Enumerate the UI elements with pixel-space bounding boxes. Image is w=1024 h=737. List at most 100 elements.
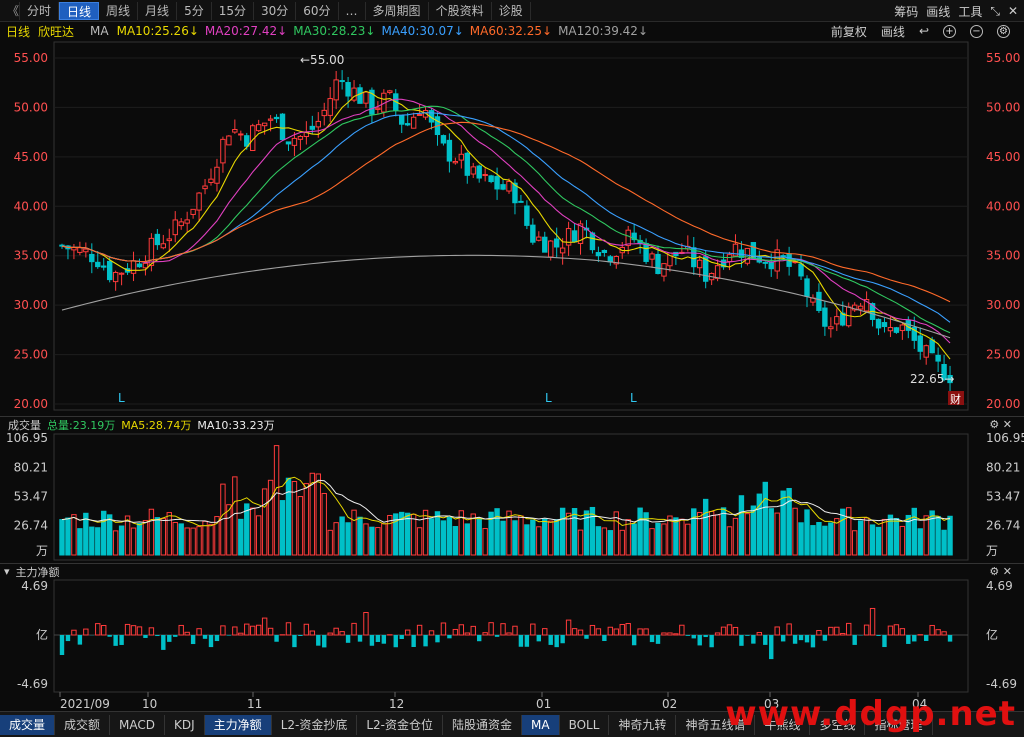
- flow-bar: [303, 623, 310, 636]
- candle-body: [804, 278, 810, 297]
- volume-bar: [744, 513, 751, 556]
- indicator-tab-0[interactable]: 成交量: [0, 714, 56, 735]
- volume-bar: [530, 519, 536, 556]
- candle-body: [357, 87, 363, 104]
- indicator-tab-1[interactable]: 成交额: [55, 714, 111, 735]
- flow-bar: [739, 635, 744, 646]
- flow-bar: [327, 632, 333, 636]
- indicator-tab-4[interactable]: 主力净额: [204, 714, 272, 735]
- volume-bar: [255, 515, 262, 556]
- volume-bar: [208, 523, 214, 556]
- flow-bar: [375, 635, 381, 642]
- price-tick-right: 20.00: [986, 397, 1020, 411]
- flow-bar: [822, 635, 828, 641]
- low-price-label: 22.65→: [910, 372, 954, 386]
- volume-bar: [59, 519, 65, 556]
- candle-body: [857, 305, 864, 310]
- volume-bar: [816, 522, 822, 556]
- indicator-tab-9[interactable]: BOLL: [560, 714, 610, 735]
- candle-body: [196, 192, 202, 211]
- volume-bar: [619, 529, 625, 556]
- price-tick-left: 35.00: [14, 249, 48, 263]
- candle-body: [762, 261, 768, 264]
- candle-body: [917, 335, 923, 352]
- flow-bar: [423, 635, 428, 647]
- volume-tick-left: 106.95: [6, 431, 48, 445]
- indicator-tab-8[interactable]: MA: [522, 714, 560, 735]
- candle-body: [798, 263, 804, 277]
- flow-tick-left: -4.69: [17, 677, 48, 691]
- flow-bar: [697, 635, 702, 646]
- volume-bar: [238, 518, 244, 556]
- candle-body: [524, 205, 530, 226]
- flow-bar: [560, 635, 565, 644]
- volume-bar: [720, 507, 727, 556]
- volume-bar: [315, 473, 321, 556]
- candle-body: [142, 262, 149, 269]
- candle-body: [828, 326, 834, 330]
- volume-bar: [548, 520, 554, 556]
- indicator-tab-6[interactable]: L2-资金仓位: [357, 714, 443, 735]
- candle-body: [410, 116, 417, 129]
- flow-bar: [345, 635, 351, 643]
- volume-bar: [881, 518, 888, 556]
- candle-body: [345, 82, 351, 97]
- indicator-tab-3[interactable]: KDJ: [165, 714, 205, 735]
- flow-bar: [828, 626, 834, 636]
- indicator-tab-5[interactable]: L2-资金抄底: [272, 714, 358, 735]
- flow-bar: [667, 632, 673, 636]
- candle-body: [106, 260, 113, 281]
- flow-bar: [769, 635, 774, 660]
- volume-bar: [428, 518, 435, 556]
- price-tick-right: 35.00: [986, 249, 1020, 263]
- volume-bar: [649, 528, 655, 556]
- flow-bar: [840, 632, 846, 636]
- volume-bar: [369, 526, 375, 556]
- indicator-tab-7[interactable]: 陆股通资金: [443, 714, 523, 735]
- candle-body: [655, 253, 661, 275]
- candle-body: [309, 125, 316, 130]
- flow-bar: [518, 635, 524, 647]
- flow-bar: [798, 635, 804, 641]
- volume-bar: [65, 517, 71, 556]
- flow-bar: [661, 632, 667, 636]
- flow-bar: [285, 622, 292, 636]
- flow-bar: [649, 635, 655, 643]
- kline-chart[interactable]: 55.00 55.00 50.00 50.00 45.00 45.00 40.00 40.00…: [0, 0, 1024, 737]
- candle-body: [452, 160, 459, 164]
- candle-body: [387, 90, 393, 93]
- flow-bar: [250, 625, 256, 636]
- candle-body: [178, 221, 184, 227]
- flow-bar: [71, 629, 77, 636]
- flow-bar: [494, 635, 500, 637]
- indicator-tab-2[interactable]: MACD: [110, 714, 166, 735]
- candle-body: [929, 339, 935, 354]
- flow-bar: [852, 635, 857, 645]
- volume-bar: [339, 516, 345, 556]
- volume-bar: [250, 507, 256, 556]
- volume-bar: [446, 516, 453, 556]
- flow-bar: [804, 635, 810, 643]
- volume-bar: [655, 522, 661, 556]
- indicator-tab-10[interactable]: 神奇九转: [609, 714, 677, 735]
- volume-bar: [875, 526, 882, 556]
- candle-body: [607, 256, 614, 263]
- candle-body: [399, 115, 405, 125]
- volume-bar: [828, 522, 834, 556]
- candle-body: [261, 122, 268, 127]
- flow-bar: [882, 635, 887, 648]
- candle-body: [768, 261, 774, 270]
- volume-bar: [631, 523, 637, 556]
- volume-unit-right: 万: [986, 544, 998, 558]
- flow-bar: [810, 635, 816, 648]
- candle-body: [160, 243, 167, 249]
- flow-bar: [83, 628, 89, 636]
- candle-body: [822, 307, 828, 327]
- candle-body: [548, 240, 554, 258]
- volume-bar: [363, 523, 369, 556]
- volume-bar: [947, 515, 953, 556]
- volume-bar: [607, 530, 614, 556]
- volume-bar: [863, 517, 870, 556]
- flow-bar: [887, 625, 894, 636]
- flow-bar: [173, 635, 178, 637]
